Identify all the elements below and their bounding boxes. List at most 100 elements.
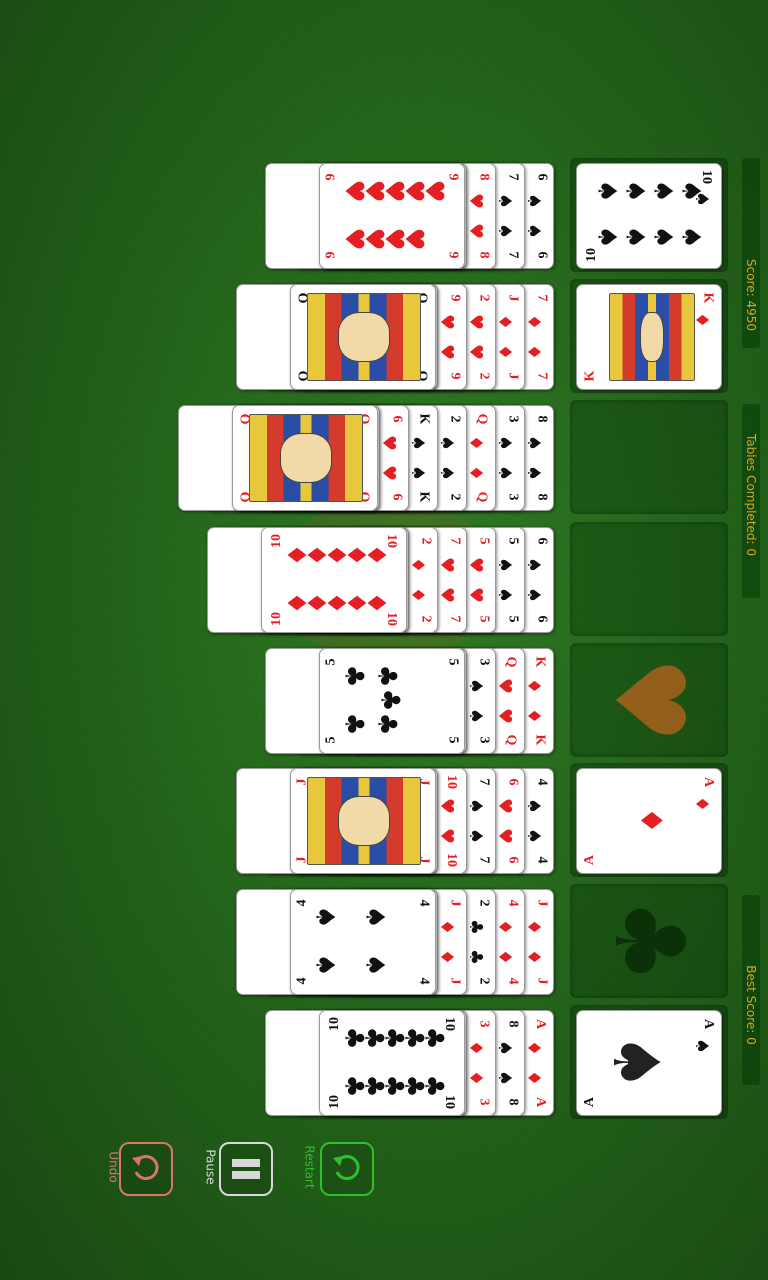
card-suit-icon: ♠ — [493, 192, 515, 210]
suit-pip-icon: ♠ — [309, 905, 340, 929]
tableau-top-card[interactable]: QQQQ — [232, 405, 378, 511]
card-suit-icon: ♥ — [377, 434, 399, 452]
card-rank: A — [582, 1096, 598, 1108]
foundation-card[interactable]: A A ♦ ♦ — [576, 768, 722, 874]
spade-icon: ♠ — [647, 179, 678, 203]
suit-pip-icon: ♣ — [371, 712, 402, 736]
card-rank: 2 — [418, 537, 434, 545]
card-rank: 2 — [476, 372, 492, 380]
tableau-top-card[interactable]: 10 10 10 10 ♣ ♣ ♣ ♣ ♣ ♣ ♣ ♣ ♣ ♣ — [319, 1010, 465, 1116]
card-rank: 7 — [447, 537, 463, 545]
foundation-slot[interactable] — [570, 522, 728, 636]
card-rank: 8 — [534, 493, 550, 501]
card-rank: J — [447, 899, 463, 907]
card-rank: Q — [474, 491, 490, 503]
card-rank: 9 — [323, 173, 339, 181]
card-suit-icon: ♦ — [435, 918, 457, 936]
card-rank: 8 — [505, 1098, 521, 1106]
foundation-slot[interactable]: ♣ — [570, 884, 728, 998]
foundation-slot[interactable]: A A ♠ ♠ — [570, 1005, 728, 1119]
tableau-top-card[interactable]: 5 5 5 5 ♣ ♣ ♣ ♣ ♣ — [319, 648, 465, 754]
card-suit-icon: ♠ — [435, 464, 457, 482]
tableau-top-card[interactable]: JJJJ — [290, 768, 436, 874]
suit-pip-icon: ♦ — [360, 591, 391, 615]
diamond-icon: ♦ — [632, 807, 668, 834]
card-suit-icon: ♦ — [522, 948, 544, 966]
card-rank: 4 — [505, 977, 521, 985]
foundation-slot[interactable]: K K ♦ — [570, 279, 728, 393]
tableau-top-card[interactable]: 10 10 10 10 ♦ ♦ ♦ ♦ ♦ ♦ ♦ ♦ ♦ ♦ — [261, 527, 407, 633]
foundation-card[interactable]: K K ♦ — [576, 284, 722, 390]
card-rank: K — [532, 734, 548, 746]
card-rank: J — [447, 977, 463, 985]
card-rank: 5 — [476, 615, 492, 623]
pause-button[interactable] — [219, 1142, 273, 1196]
foundation-slot[interactable] — [570, 400, 728, 514]
foundation-slot[interactable]: A A ♦ ♦ — [570, 763, 728, 877]
tableau-top-card[interactable]: 4 4 4 4 ♠ ♠ ♠ ♠ — [290, 889, 436, 995]
spade-icon: ♠ — [675, 179, 706, 203]
card-rank: 6 — [505, 856, 521, 864]
card-rank: 4 — [294, 899, 310, 907]
suit-pip-icon: ♣ — [338, 664, 369, 688]
foundation-card[interactable]: 10 10 ♠ ♠ ♠ ♠ ♠ ♠ ♠ ♠ ♠ — [576, 163, 722, 269]
card-rank: 5 — [476, 537, 492, 545]
spade-icon: ♠ — [675, 225, 706, 249]
card-rank: 7 — [505, 173, 521, 181]
foundation-slot[interactable]: ♥ — [570, 643, 728, 757]
card-rank: 8 — [476, 173, 492, 181]
card-rank: 2 — [476, 899, 492, 907]
card-suit-icon: ♥ — [435, 827, 457, 845]
card-rank: K — [700, 292, 716, 304]
restart-icon — [333, 1155, 360, 1180]
card-suit-icon: ♠ — [406, 464, 428, 482]
card-suit-icon: ♥ — [493, 797, 515, 815]
card-suit-icon: ♥ — [464, 586, 486, 604]
card-suit-icon: ♦ — [522, 1039, 544, 1057]
card-rank: K — [532, 656, 548, 668]
suit-pip-icon: ♣ — [338, 712, 369, 736]
card-rank: 5 — [323, 658, 339, 666]
card-rank: Q — [474, 413, 490, 425]
card-suit-icon: ♥ — [377, 464, 399, 482]
card-rank: 6 — [534, 173, 550, 181]
foundation-card[interactable]: A A ♠ ♠ — [576, 1010, 722, 1116]
suit-pip-icon: ♣ — [418, 1074, 449, 1098]
card-suit-icon: ♥ — [493, 707, 515, 725]
face-card-art-icon — [249, 414, 363, 502]
card-suit-icon: ♥ — [493, 827, 515, 845]
card-suit-icon: ♦ — [522, 313, 544, 331]
card-suit-icon: ♠ — [435, 434, 457, 452]
restart-button[interactable] — [320, 1142, 374, 1196]
suit-pip-icon: ♠ — [359, 953, 390, 977]
card-suit-icon: ♠ — [406, 434, 428, 452]
undo-button[interactable] — [119, 1142, 173, 1196]
face-card-art-icon — [307, 293, 421, 381]
card-suit-icon: ♦ — [493, 918, 515, 936]
card-rank: A — [700, 1018, 716, 1030]
card-rank: 4 — [534, 856, 550, 864]
foundation-slot[interactable]: 10 10 ♠ ♠ ♠ ♠ ♠ ♠ ♠ ♠ ♠ — [570, 158, 728, 272]
card-rank: 3 — [476, 658, 492, 666]
card-suit-icon: ♦ — [406, 556, 428, 574]
card-rank: 7 — [534, 294, 550, 302]
suit-pip-icon: ♦ — [360, 543, 391, 567]
card-suit-icon: ♥ — [435, 797, 457, 815]
card-suit-icon: ♦ — [690, 795, 712, 813]
card-rank: 2 — [476, 294, 492, 302]
card-suit-icon: ♦ — [493, 313, 515, 331]
card-suit-icon: ♠ — [493, 1039, 515, 1057]
club-placeholder-icon: ♣ — [593, 897, 705, 985]
card-rank: 2 — [476, 977, 492, 985]
card-suit-icon: ♠ — [493, 434, 515, 452]
card-rank: 8 — [505, 1020, 521, 1028]
card-suit-icon: ♦ — [435, 948, 457, 966]
tableau-top-card[interactable]: 9 9 9 9 ♥ ♥ ♥ ♥ ♥ ♥ ♥ ♥ ♥ — [319, 163, 465, 269]
card-rank: 3 — [476, 736, 492, 744]
face-card-art-icon — [307, 777, 421, 865]
card-rank: 8 — [476, 251, 492, 259]
king-face-art-icon — [609, 293, 695, 381]
card-suit-icon: ♠ — [522, 586, 544, 604]
tableau-top-card[interactable]: QQQQ — [290, 284, 436, 390]
card-rank: Q — [503, 656, 519, 668]
